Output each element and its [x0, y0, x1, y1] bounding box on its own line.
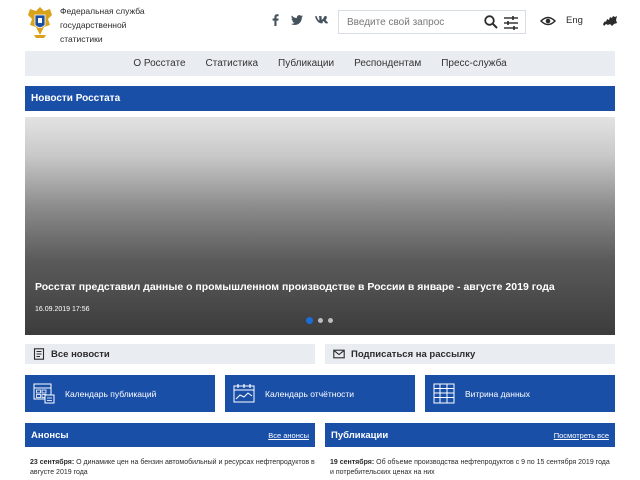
announcement-date: 23 сентября:	[30, 459, 75, 466]
nav-item-statistics[interactable]: Статистика	[206, 58, 259, 69]
filter-icon[interactable]	[503, 15, 519, 31]
publication-date: 19 сентября:	[330, 459, 375, 466]
view-all-publications-link[interactable]: Посмотреть все	[554, 431, 609, 440]
subscribe-label: Подписаться на рассылку	[351, 349, 476, 360]
subscribe-link[interactable]: Подписаться на рассылку	[325, 344, 615, 364]
slider-dots	[306, 317, 333, 324]
news-slider[interactable]: Росстат представил данные о промышленном…	[25, 117, 615, 335]
twitter-icon[interactable]	[291, 15, 303, 25]
calendar-chart-icon	[233, 384, 255, 403]
publication-item[interactable]: 19 сентября: Об объеме производства нефт…	[330, 458, 615, 478]
tile-data-showcase[interactable]: Витрина данных	[425, 375, 615, 412]
slider-dot[interactable]	[318, 318, 323, 323]
news-section-header: Новости Росстата	[25, 86, 615, 111]
search-input[interactable]	[347, 15, 475, 30]
tile-label: Календарь публикаций	[65, 389, 157, 399]
site-header: Федеральная служба государственной стати…	[0, 0, 640, 46]
search-icon[interactable]	[483, 14, 499, 30]
tile-label: Витрина данных	[465, 389, 531, 399]
main-nav: О Росстате Статистика Публикации Респонд…	[25, 51, 615, 76]
tile-publication-calendar[interactable]: Календарь публикаций	[25, 375, 215, 412]
calendar-grid-icon	[33, 383, 55, 404]
org-name[interactable]: Федеральная служба государственной стати…	[60, 4, 170, 46]
all-news-label: Все новости	[51, 349, 110, 360]
tile-reporting-calendar[interactable]: Календарь отчётности	[225, 375, 415, 412]
publications-title[interactable]: Публикации	[331, 430, 388, 441]
emblem-icon[interactable]	[24, 5, 56, 39]
data-table-icon	[433, 383, 455, 404]
org-name-line: статистики	[60, 34, 103, 44]
social-links	[272, 14, 328, 26]
envelope-icon	[333, 349, 345, 359]
vk-icon[interactable]	[315, 16, 328, 24]
announcements-title[interactable]: Анонсы	[31, 430, 69, 441]
nav-item-press[interactable]: Пресс-служба	[441, 58, 506, 69]
search-box	[338, 10, 526, 34]
language-switch[interactable]: Eng	[566, 15, 583, 26]
eye-icon[interactable]	[540, 15, 556, 27]
announcement-item[interactable]: 23 сентября: О динамике цен на бензин ав…	[30, 458, 315, 478]
org-name-line: государственной	[60, 20, 127, 30]
news-section-title[interactable]: Новости Росстата	[31, 93, 120, 104]
slide-date: 16.09.2019 17:56	[35, 306, 90, 313]
announcements-header: Анонсы Все анонсы	[25, 423, 315, 447]
slider-dot[interactable]	[328, 318, 333, 323]
facebook-icon[interactable]	[272, 14, 279, 26]
tile-label: Календарь отчётности	[265, 389, 355, 399]
russia-map-icon[interactable]	[603, 15, 617, 27]
nav-item-publications[interactable]: Публикации	[278, 58, 334, 69]
all-announcements-link[interactable]: Все анонсы	[268, 431, 309, 440]
slider-dot[interactable]	[306, 317, 313, 324]
publications-header: Публикации Посмотреть все	[325, 423, 615, 447]
slide-title[interactable]: Росстат представил данные о промышленном…	[35, 281, 555, 293]
all-news-link[interactable]: Все новости	[25, 344, 315, 364]
document-icon	[33, 348, 45, 360]
nav-item-respondents[interactable]: Респондентам	[354, 58, 421, 69]
org-name-line: Федеральная служба	[60, 6, 145, 16]
nav-item-about[interactable]: О Росстате	[133, 58, 185, 69]
